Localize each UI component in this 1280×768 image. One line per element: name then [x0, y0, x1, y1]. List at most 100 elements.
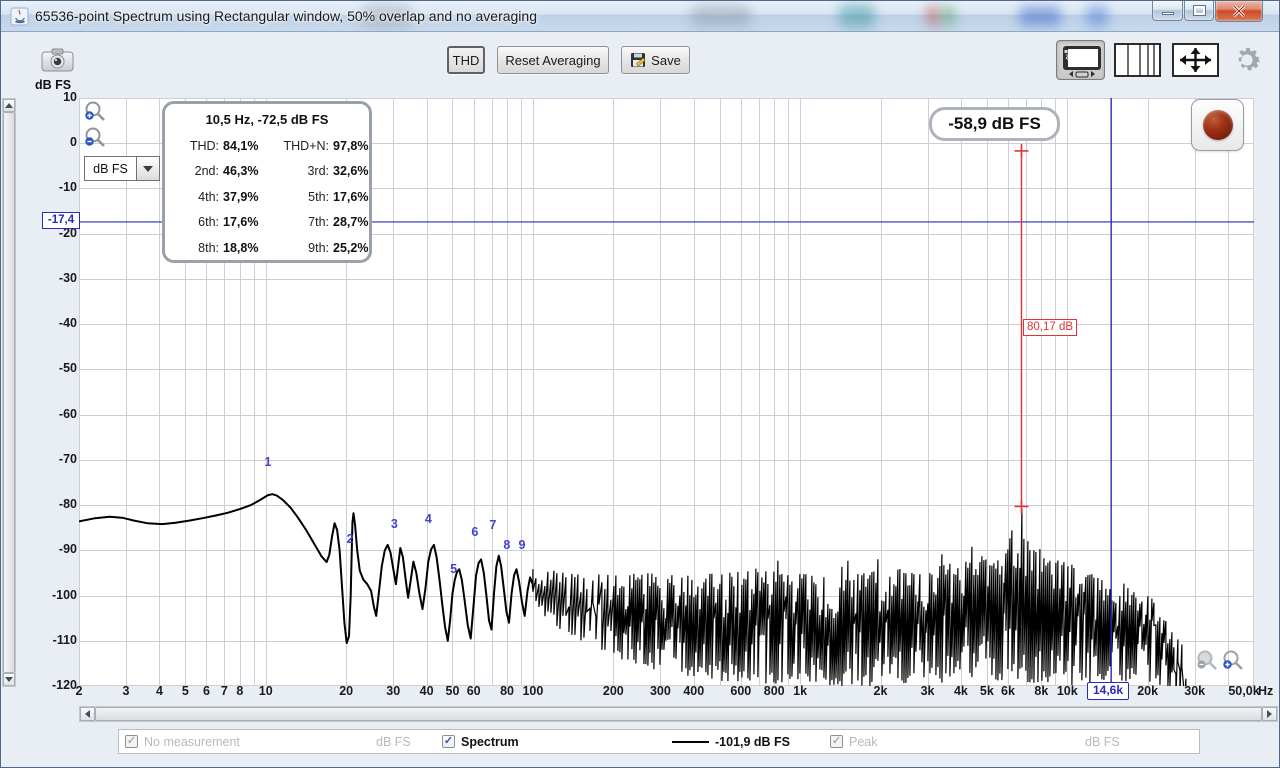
thd-label: THD: [189, 138, 219, 153]
y-tick-label: -110 [52, 632, 77, 647]
save-button[interactable]: Save [621, 46, 690, 74]
thd-button-label: THD [452, 52, 480, 68]
zoom-in-x-icon[interactable] [1221, 649, 1245, 673]
h7-value: 28,7% [333, 215, 369, 230]
settings-gear-icon[interactable] [1230, 43, 1264, 77]
thd-row: THD: 84,1% THD+N: 97,8% [175, 133, 369, 159]
peak-unit: dB FS [1085, 734, 1120, 749]
zoom-out-y-icon[interactable] [83, 126, 107, 150]
h9-value: 25,2% [333, 240, 369, 255]
delta-measurement-label[interactable]: 80,17 dB [1023, 319, 1078, 336]
y-tick-label: -10 [58, 180, 77, 195]
no-measurement-checkbox[interactable]: ✓ [125, 735, 138, 748]
scroll-left-button[interactable] [80, 707, 95, 721]
check-icon: ✓ [443, 735, 454, 747]
y-tick-label: -30 [58, 270, 77, 285]
frequency-axis-mode-button[interactable] [1114, 43, 1161, 77]
y-tick-label: -90 [58, 542, 77, 557]
titlebar-glass-artifact [691, 5, 751, 27]
peak-checkbox[interactable]: ✓ [830, 735, 843, 748]
h4-value: 37,9% [223, 189, 259, 204]
y-tick-label: -70 [58, 451, 77, 466]
pan-mode-button[interactable] [1172, 43, 1219, 77]
h8-value: 18,8% [223, 240, 259, 255]
h9-label: 9th: [308, 240, 329, 255]
harmonic-peak-label: 4 [424, 512, 432, 527]
y-tick-label: -40 [58, 316, 77, 331]
h6-value: 17,6% [223, 215, 259, 230]
y-tick-label: 0 [70, 135, 77, 150]
h2-value: 46,3% [223, 164, 259, 179]
graph-layout-icon [1063, 46, 1101, 78]
x-tick-label: 20k [1137, 684, 1159, 698]
harmonic-peak-label: 8 [503, 538, 511, 553]
reset-averaging-button[interactable]: Reset Averaging [497, 46, 609, 74]
thd-info-panel: 10,5 Hz, -72,5 dB FS THD: 84,1% THD+N: 97,… [162, 101, 372, 263]
record-icon [1202, 110, 1233, 140]
thdn-label: THD+N: [283, 138, 330, 153]
y-tick-label: -80 [58, 497, 77, 512]
scroll-up-button[interactable] [3, 99, 15, 112]
x-tick-label: 100 [522, 684, 544, 698]
pan-arrows-icon [1180, 48, 1211, 72]
reset-averaging-label: Reset Averaging [505, 52, 601, 68]
scroll-down-button[interactable] [3, 673, 15, 686]
save-icon [631, 53, 646, 67]
maximize-icon [1192, 5, 1206, 16]
spectrum-value: -101,9 dB FS [715, 734, 791, 749]
frequency-cursor-label[interactable]: 14,6k [1087, 682, 1129, 700]
x-tick-label: 10k [1056, 684, 1078, 698]
spectrum-label: Spectrum [461, 734, 519, 749]
title-bar[interactable]: 65536-point Spectrum using Rectangular w… [1, 1, 1279, 32]
thd-row: 8th: 18,8% 9th: 25,2% [175, 235, 368, 261]
vertical-axis-unit-value: dB FS [93, 161, 128, 176]
minimize-button[interactable] [1152, 1, 1183, 21]
horizontal-scrollbar-thumb[interactable] [95, 707, 1262, 721]
h6-label: 6th: [198, 215, 219, 230]
spectrum-checkbox[interactable]: ✓ [442, 735, 455, 748]
harmonic-peak-label: 2 [346, 532, 354, 546]
frequency-grid-icon [1127, 45, 1155, 75]
maximize-button[interactable] [1184, 1, 1214, 21]
vertical-scrollbar-thumb[interactable] [3, 112, 15, 673]
x-tick-label: 1k [793, 684, 808, 698]
titlebar-glass-artifact [942, 5, 955, 27]
thd-panel-header: 10,5 Hz, -72,5 dB FS [205, 112, 329, 127]
x-tick-label: 20 [339, 684, 354, 698]
y-tick-label: -50 [58, 361, 77, 376]
zoom-in-y-icon[interactable] [83, 100, 107, 124]
thd-row: 6th: 17,6% 7th: 28,7% [175, 210, 368, 236]
titlebar-glass-artifact [926, 5, 940, 27]
no-measurement-label: No measurement [144, 734, 240, 749]
legend-peak-unit: dB FS [1085, 730, 1120, 753]
titlebar-glass-artifact [839, 4, 875, 28]
y-tick-label: 10 [63, 90, 77, 104]
zoom-out-x-icon[interactable] [1195, 649, 1219, 673]
horizontal-scrollbar[interactable] [79, 706, 1278, 722]
close-button[interactable] [1215, 1, 1263, 22]
scroll-up-icon [5, 103, 13, 108]
window-title: 65536-point Spectrum using Rectangular w… [35, 8, 537, 24]
horizontal-cursor-label[interactable]: -17,4 [42, 212, 80, 229]
record-button[interactable] [1191, 99, 1244, 151]
legend-spectrum-value: -101,9 dB FS [715, 730, 790, 753]
camera-capture-icon[interactable] [41, 46, 74, 73]
close-icon [1232, 5, 1246, 17]
scroll-right-button[interactable] [1262, 707, 1277, 721]
graph-layout-toggle-button[interactable] [1056, 40, 1105, 80]
x-tick-label: 200 [602, 684, 624, 698]
dropdown-button[interactable] [136, 157, 159, 180]
check-icon: ✓ [126, 735, 137, 747]
vertical-axis-unit-dropdown[interactable]: dB FS [84, 156, 160, 181]
h5-value: 17,6% [333, 189, 369, 204]
peak-label: Peak [849, 734, 878, 749]
check-icon: ✓ [831, 735, 842, 747]
cursor-level-readout: -58,9 dB FS [929, 107, 1060, 141]
h5-label: 5th: [308, 189, 329, 204]
thd-button[interactable]: THD [447, 46, 485, 74]
y-tick-label: -60 [58, 406, 77, 421]
vertical-scrollbar[interactable] [2, 98, 16, 687]
h7-label: 7th: [308, 215, 329, 230]
x-axis-unit: Hz [1258, 684, 1274, 698]
h3-label: 3rd: [307, 164, 329, 179]
